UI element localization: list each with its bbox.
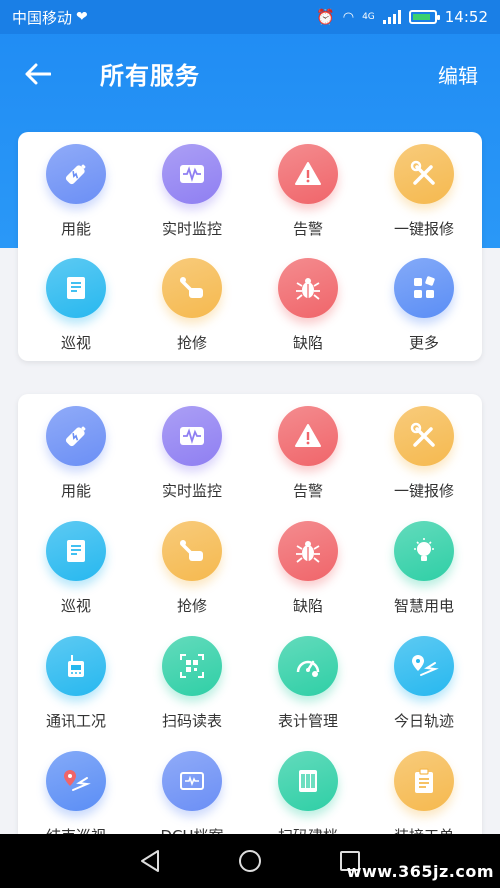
service-tile[interactable]: 巡视 — [18, 258, 134, 372]
service-tile[interactable]: 实时监控 — [134, 406, 250, 521]
service-label: 巡视 — [60, 334, 91, 352]
service-label: 实时监控 — [161, 220, 222, 238]
nav-back-button[interactable] — [130, 841, 170, 881]
service-tile[interactable]: 一键报修 — [366, 406, 482, 521]
repair-hand-icon — [162, 521, 222, 581]
warning-icon — [278, 406, 338, 466]
bug-icon — [278, 258, 338, 318]
service-label: 缺陷 — [292, 597, 323, 615]
service-tile[interactable]: 缺陷 — [250, 521, 366, 636]
qr-scan-icon — [162, 636, 222, 696]
service-label: 缺陷 — [292, 334, 323, 352]
document-icon — [46, 521, 106, 581]
wrench-screwdriver-icon — [394, 406, 454, 466]
grid-more-icon — [394, 258, 454, 318]
back-button[interactable] — [20, 56, 56, 92]
service-label: 扫码读表 — [161, 712, 222, 730]
service-tile[interactable]: 智慧用电 — [366, 521, 482, 636]
service-tile[interactable]: 实时监控 — [134, 144, 250, 258]
repair-hand-icon — [162, 258, 222, 318]
gauge-icon — [278, 636, 338, 696]
service-label: 智慧用电 — [393, 597, 454, 615]
service-tile[interactable]: 抢修 — [134, 521, 250, 636]
smart-bulb-icon — [394, 521, 454, 581]
service-tile[interactable]: 告警 — [250, 406, 366, 521]
service-label: 今日轨迹 — [393, 712, 454, 730]
bug-icon — [278, 521, 338, 581]
battery-icon — [46, 144, 106, 204]
circle-home-icon — [239, 850, 261, 872]
alarm-icon: ⏰ — [316, 8, 335, 26]
carrier-name: 中国移动 — [12, 8, 73, 27]
heart-icon: ❤ — [76, 9, 88, 25]
service-tile[interactable]: 告警 — [250, 144, 366, 258]
page-title: 所有服务 — [100, 62, 200, 90]
service-label: 抢修 — [176, 334, 207, 352]
battery-icon — [46, 406, 106, 466]
clipboard-icon — [394, 751, 454, 811]
edit-button[interactable]: 编辑 — [438, 60, 478, 89]
service-tile[interactable]: 扫码读表 — [134, 636, 250, 751]
dcu-device-icon — [162, 751, 222, 811]
service-label: 告警 — [292, 482, 323, 500]
service-tile[interactable]: 更多 — [366, 258, 482, 372]
app-bar: 所有服务 编辑 — [0, 34, 500, 114]
service-tile[interactable]: 抢修 — [134, 258, 250, 372]
watermark-text: www.365jz.com — [346, 862, 494, 881]
arrow-left-icon — [25, 63, 51, 85]
service-label: 告警 — [292, 220, 323, 238]
battery-status-icon — [408, 10, 440, 24]
service-tile[interactable]: 用能 — [18, 406, 134, 521]
signal-icon — [382, 10, 401, 24]
service-label: 一键报修 — [393, 220, 454, 238]
status-bar: 中国移动 ❤ ⏰ ◠ 4G 14:52 — [0, 0, 500, 34]
service-label: 抢修 — [176, 597, 207, 615]
service-tile[interactable]: 一键报修 — [366, 144, 482, 258]
service-tile[interactable]: 巡视 — [18, 521, 134, 636]
clock: 14:52 — [444, 8, 488, 26]
service-label: 巡视 — [60, 597, 91, 615]
service-tile[interactable]: 缺陷 — [250, 258, 366, 372]
document-icon — [46, 258, 106, 318]
warning-icon — [278, 144, 338, 204]
waveform-monitor-icon — [162, 144, 222, 204]
service-label: 实时监控 — [161, 482, 222, 500]
service-tile[interactable]: 表计管理 — [250, 636, 366, 751]
nav-home-button[interactable] — [230, 841, 270, 881]
wifi-icon: ◠ — [342, 9, 355, 25]
service-tile[interactable]: 用能 — [18, 144, 134, 258]
network-type: 4G — [362, 12, 375, 22]
service-label: 用能 — [60, 482, 91, 500]
service-label: 用能 — [60, 220, 91, 238]
service-label: 通讯工况 — [45, 712, 106, 730]
location-end-icon — [46, 751, 106, 811]
favorites-card: 用能 实时监控 告警 一键报修巡视 抢修 缺陷 更多 — [18, 132, 482, 361]
service-label: 表计管理 — [277, 712, 338, 730]
triangle-back-icon — [141, 850, 159, 872]
service-tile[interactable]: 通讯工况 — [18, 636, 134, 751]
router-icon — [46, 636, 106, 696]
location-track-icon — [394, 636, 454, 696]
service-label: 更多 — [408, 334, 439, 352]
all-services-card: 用能实时监控告警一键报修巡视抢修缺陷智慧用电通讯工况扫码读表表计管理今日轨迹结束… — [18, 394, 482, 854]
service-tile[interactable]: 今日轨迹 — [366, 636, 482, 751]
waveform-monitor-icon — [162, 406, 222, 466]
barcode-icon — [278, 751, 338, 811]
wrench-screwdriver-icon — [394, 144, 454, 204]
service-label: 一键报修 — [393, 482, 454, 500]
